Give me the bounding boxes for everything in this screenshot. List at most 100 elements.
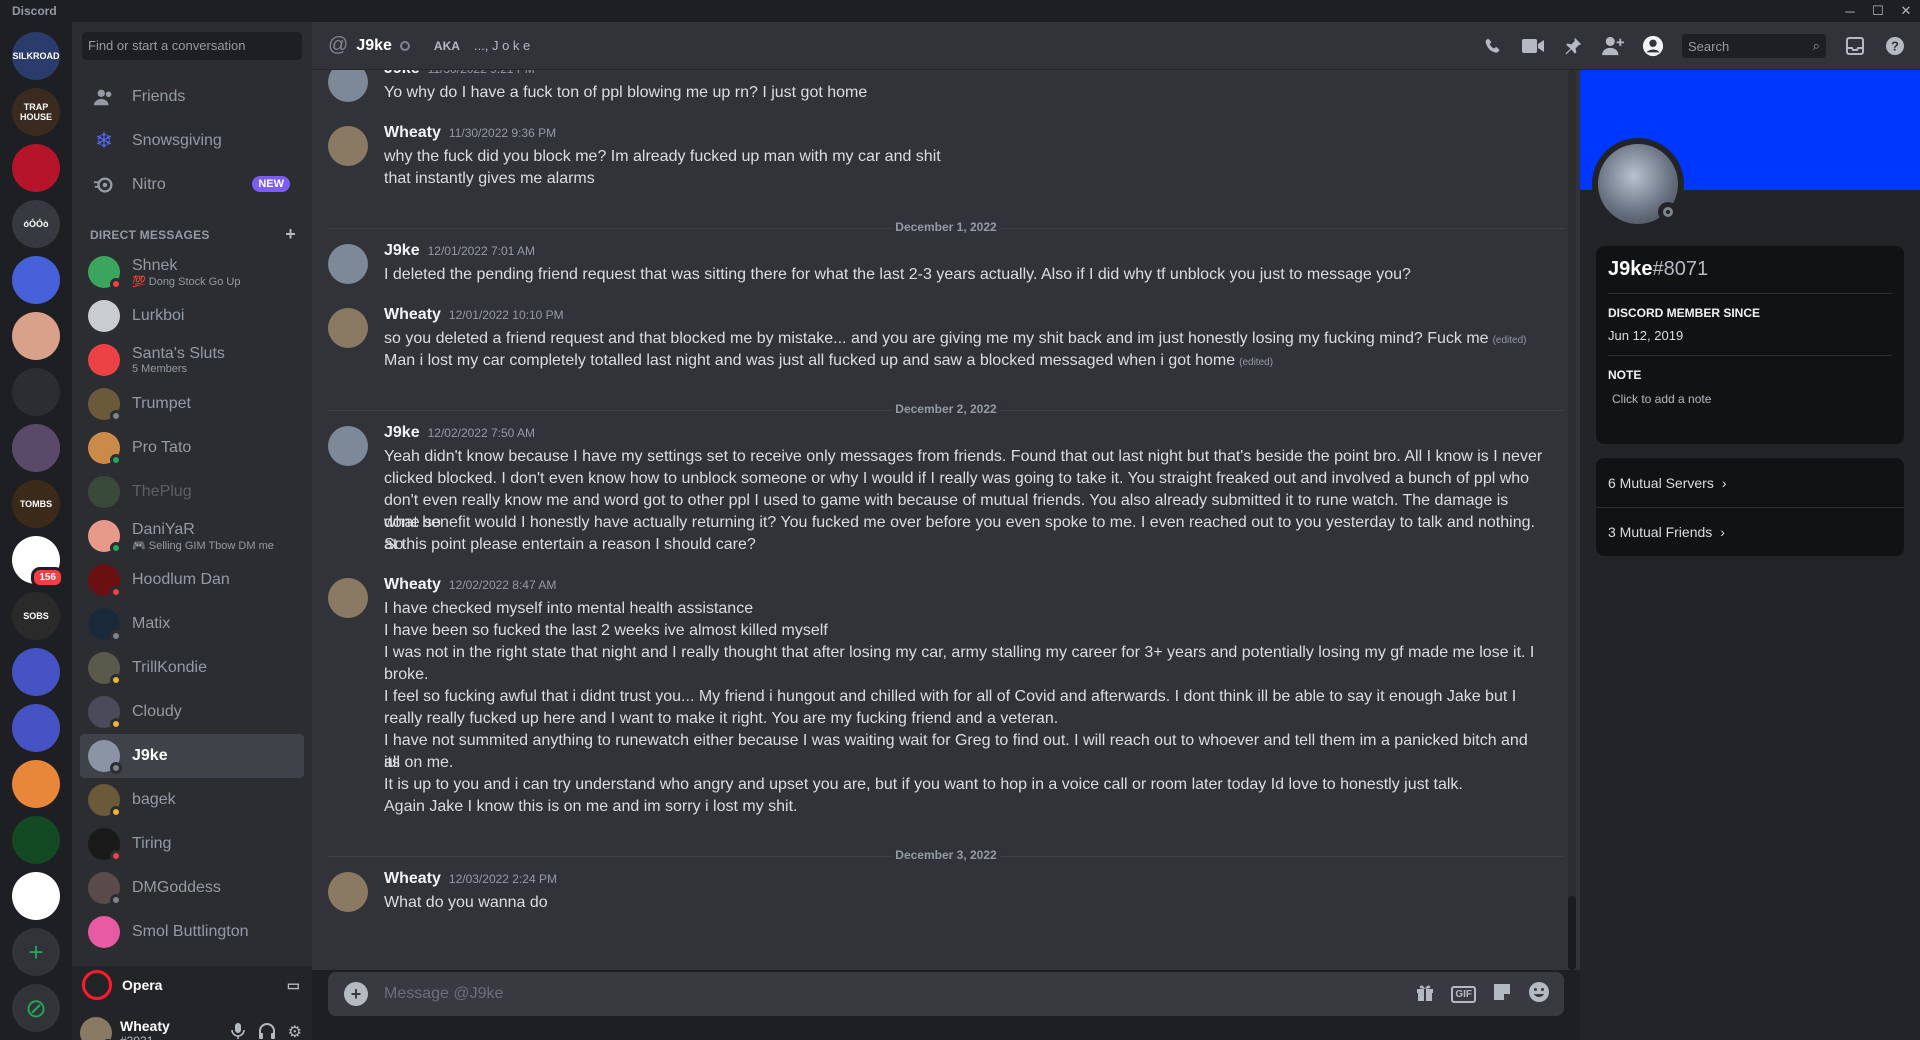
server-list: SILKROAD TRAP HOUSE óÓÓò TOMBS 156 SOBS + ⊘ [0, 22, 72, 1040]
message-author[interactable]: Wheaty [384, 306, 441, 324]
user-profile-icon[interactable] [1642, 35, 1664, 57]
gif-icon[interactable]: GIF [1451, 985, 1476, 1003]
close-icon[interactable]: ✕ [1892, 0, 1920, 22]
dm-item[interactable]: Hoodlum Dan [80, 558, 304, 602]
server-icon[interactable] [12, 872, 60, 920]
message-content: Man i lost my car completely totalled la… [384, 350, 1544, 374]
status-indicator [110, 630, 122, 642]
server-icon[interactable] [12, 312, 60, 360]
inbox-icon[interactable] [1844, 35, 1866, 57]
nav-nitro[interactable]: Nitro NEW [80, 164, 304, 206]
profile-discriminator: #8071 [1652, 258, 1709, 280]
nav-snowsgiving[interactable]: ❄ Snowsgiving [80, 120, 304, 162]
dm-item[interactable]: Tiring [80, 822, 304, 866]
maximize-icon[interactable]: ☐ [1864, 0, 1892, 22]
dm-item[interactable]: DaniYaR 🎮 Selling GIM Tbow DM me [80, 514, 304, 558]
header-toolbar: Search ⌕ ? [1482, 22, 1920, 70]
message-composer[interactable]: + Message @J9ke GIF [328, 972, 1564, 1016]
message-author[interactable]: Wheaty [384, 124, 441, 142]
create-dm-icon[interactable]: + [285, 225, 296, 243]
find-conversation-input[interactable]: Find or start a conversation [82, 32, 302, 60]
server-icon[interactable]: TOMBS [12, 480, 60, 528]
avatar[interactable] [328, 126, 368, 166]
add-server-icon[interactable]: + [12, 928, 60, 976]
server-icon[interactable] [12, 816, 60, 864]
message-author[interactable]: J9ke [384, 424, 420, 442]
dm-item[interactable]: Matix [80, 602, 304, 646]
message-content: all on me. [384, 752, 1544, 774]
help-icon[interactable]: ? [1884, 35, 1906, 57]
dm-item[interactable]: bagek [80, 778, 304, 822]
headphones-icon[interactable] [258, 1022, 276, 1040]
search-placeholder: Search [1688, 38, 1730, 54]
profile-username: J9ke [1608, 258, 1653, 280]
dm-item[interactable]: Cloudy [80, 690, 304, 734]
explore-compass-icon[interactable]: ⊘ [12, 984, 60, 1032]
dm-item[interactable]: Smol Buttlington [80, 910, 304, 954]
server-icon[interactable]: SOBS [12, 592, 60, 640]
dm-item[interactable]: Lurkboi [80, 294, 304, 338]
message-author[interactable]: J9ke [384, 242, 420, 260]
message-text: Again Jake I know this is on me and im s… [384, 798, 798, 815]
server-icon[interactable] [12, 256, 60, 304]
microphone-icon[interactable] [230, 1022, 246, 1040]
mutual-friends-button[interactable]: 3 Mutual Friends › [1596, 507, 1904, 556]
emoji-icon[interactable] [1528, 981, 1550, 1008]
avatar[interactable] [328, 70, 368, 102]
voice-call-icon[interactable] [1482, 35, 1504, 57]
server-icon[interactable]: 156 [12, 536, 64, 588]
server-icon[interactable]: SILKROAD [12, 32, 60, 80]
avatar[interactable] [328, 872, 368, 912]
nav-friends[interactable]: Friends [80, 76, 304, 118]
mutual-servers-button[interactable]: 6 Mutual Servers › [1596, 458, 1904, 507]
screen-share-icon[interactable]: ▭ [287, 977, 300, 994]
message-author[interactable]: Wheaty [384, 870, 441, 888]
avatar[interactable] [328, 244, 368, 284]
member-since-value: Jun 12, 2019 [1608, 328, 1684, 343]
search-input[interactable]: Search ⌕ [1682, 34, 1826, 58]
server-icon[interactable] [12, 704, 60, 752]
message-author[interactable]: Wheaty [384, 576, 441, 594]
server-icon[interactable] [12, 144, 60, 192]
scrollbar-thumb[interactable] [1568, 896, 1576, 970]
upload-plus-icon[interactable]: + [344, 982, 368, 1006]
dm-list: Shnek 💯 Dong Stock Go Up Lurkboi Santa's Sl… [80, 250, 304, 954]
avatar[interactable] [328, 308, 368, 348]
avatar[interactable] [328, 426, 368, 466]
server-label: SILKROAD [12, 51, 60, 61]
channel-name[interactable]: J9ke [356, 37, 392, 55]
friends-icon [92, 85, 116, 109]
dm-item[interactable]: J9ke [80, 734, 304, 778]
server-icon[interactable]: TRAP HOUSE [12, 88, 60, 136]
server-icon[interactable] [12, 368, 60, 416]
dm-item[interactable]: Trumpet [80, 382, 304, 426]
minimize-icon[interactable]: ─ [1836, 0, 1864, 22]
dm-item[interactable]: ThePlug [80, 470, 304, 514]
gift-icon[interactable] [1415, 982, 1435, 1007]
message-content: I have been so fucked the last 2 weeks i… [384, 620, 1544, 642]
pin-icon[interactable] [1562, 35, 1584, 57]
server-icon[interactable] [12, 760, 60, 808]
add-friend-icon[interactable] [1602, 35, 1624, 57]
nav-friends-label: Friends [132, 88, 186, 105]
dm-item[interactable]: Santa's Sluts 5 Members [80, 338, 304, 382]
dm-item[interactable]: DMGoddess [80, 866, 304, 910]
server-icon[interactable] [12, 648, 60, 696]
dm-item[interactable]: TrillKondie [80, 646, 304, 690]
dm-item[interactable]: Pro Tato [80, 426, 304, 470]
note-input[interactable]: Click to add a note [1608, 392, 1892, 406]
avatar[interactable] [80, 1017, 114, 1040]
message-author[interactable]: J9ke [384, 70, 420, 78]
avatar[interactable] [328, 578, 368, 618]
dm-item[interactable]: Shnek 💯 Dong Stock Go Up [80, 250, 304, 294]
server-icon[interactable]: óÓÓò [12, 200, 60, 248]
server-icon[interactable] [12, 424, 60, 472]
message-input[interactable]: Message @J9ke [384, 985, 503, 1003]
dm-name: J9ke [132, 747, 168, 764]
sticker-icon[interactable] [1492, 982, 1512, 1007]
settings-gear-icon[interactable]: ⚙ [288, 1022, 302, 1040]
video-call-icon[interactable] [1522, 35, 1544, 57]
scrollbar-track[interactable] [1568, 70, 1576, 970]
status-indicator [399, 40, 410, 51]
profile-avatar[interactable] [1592, 138, 1684, 230]
